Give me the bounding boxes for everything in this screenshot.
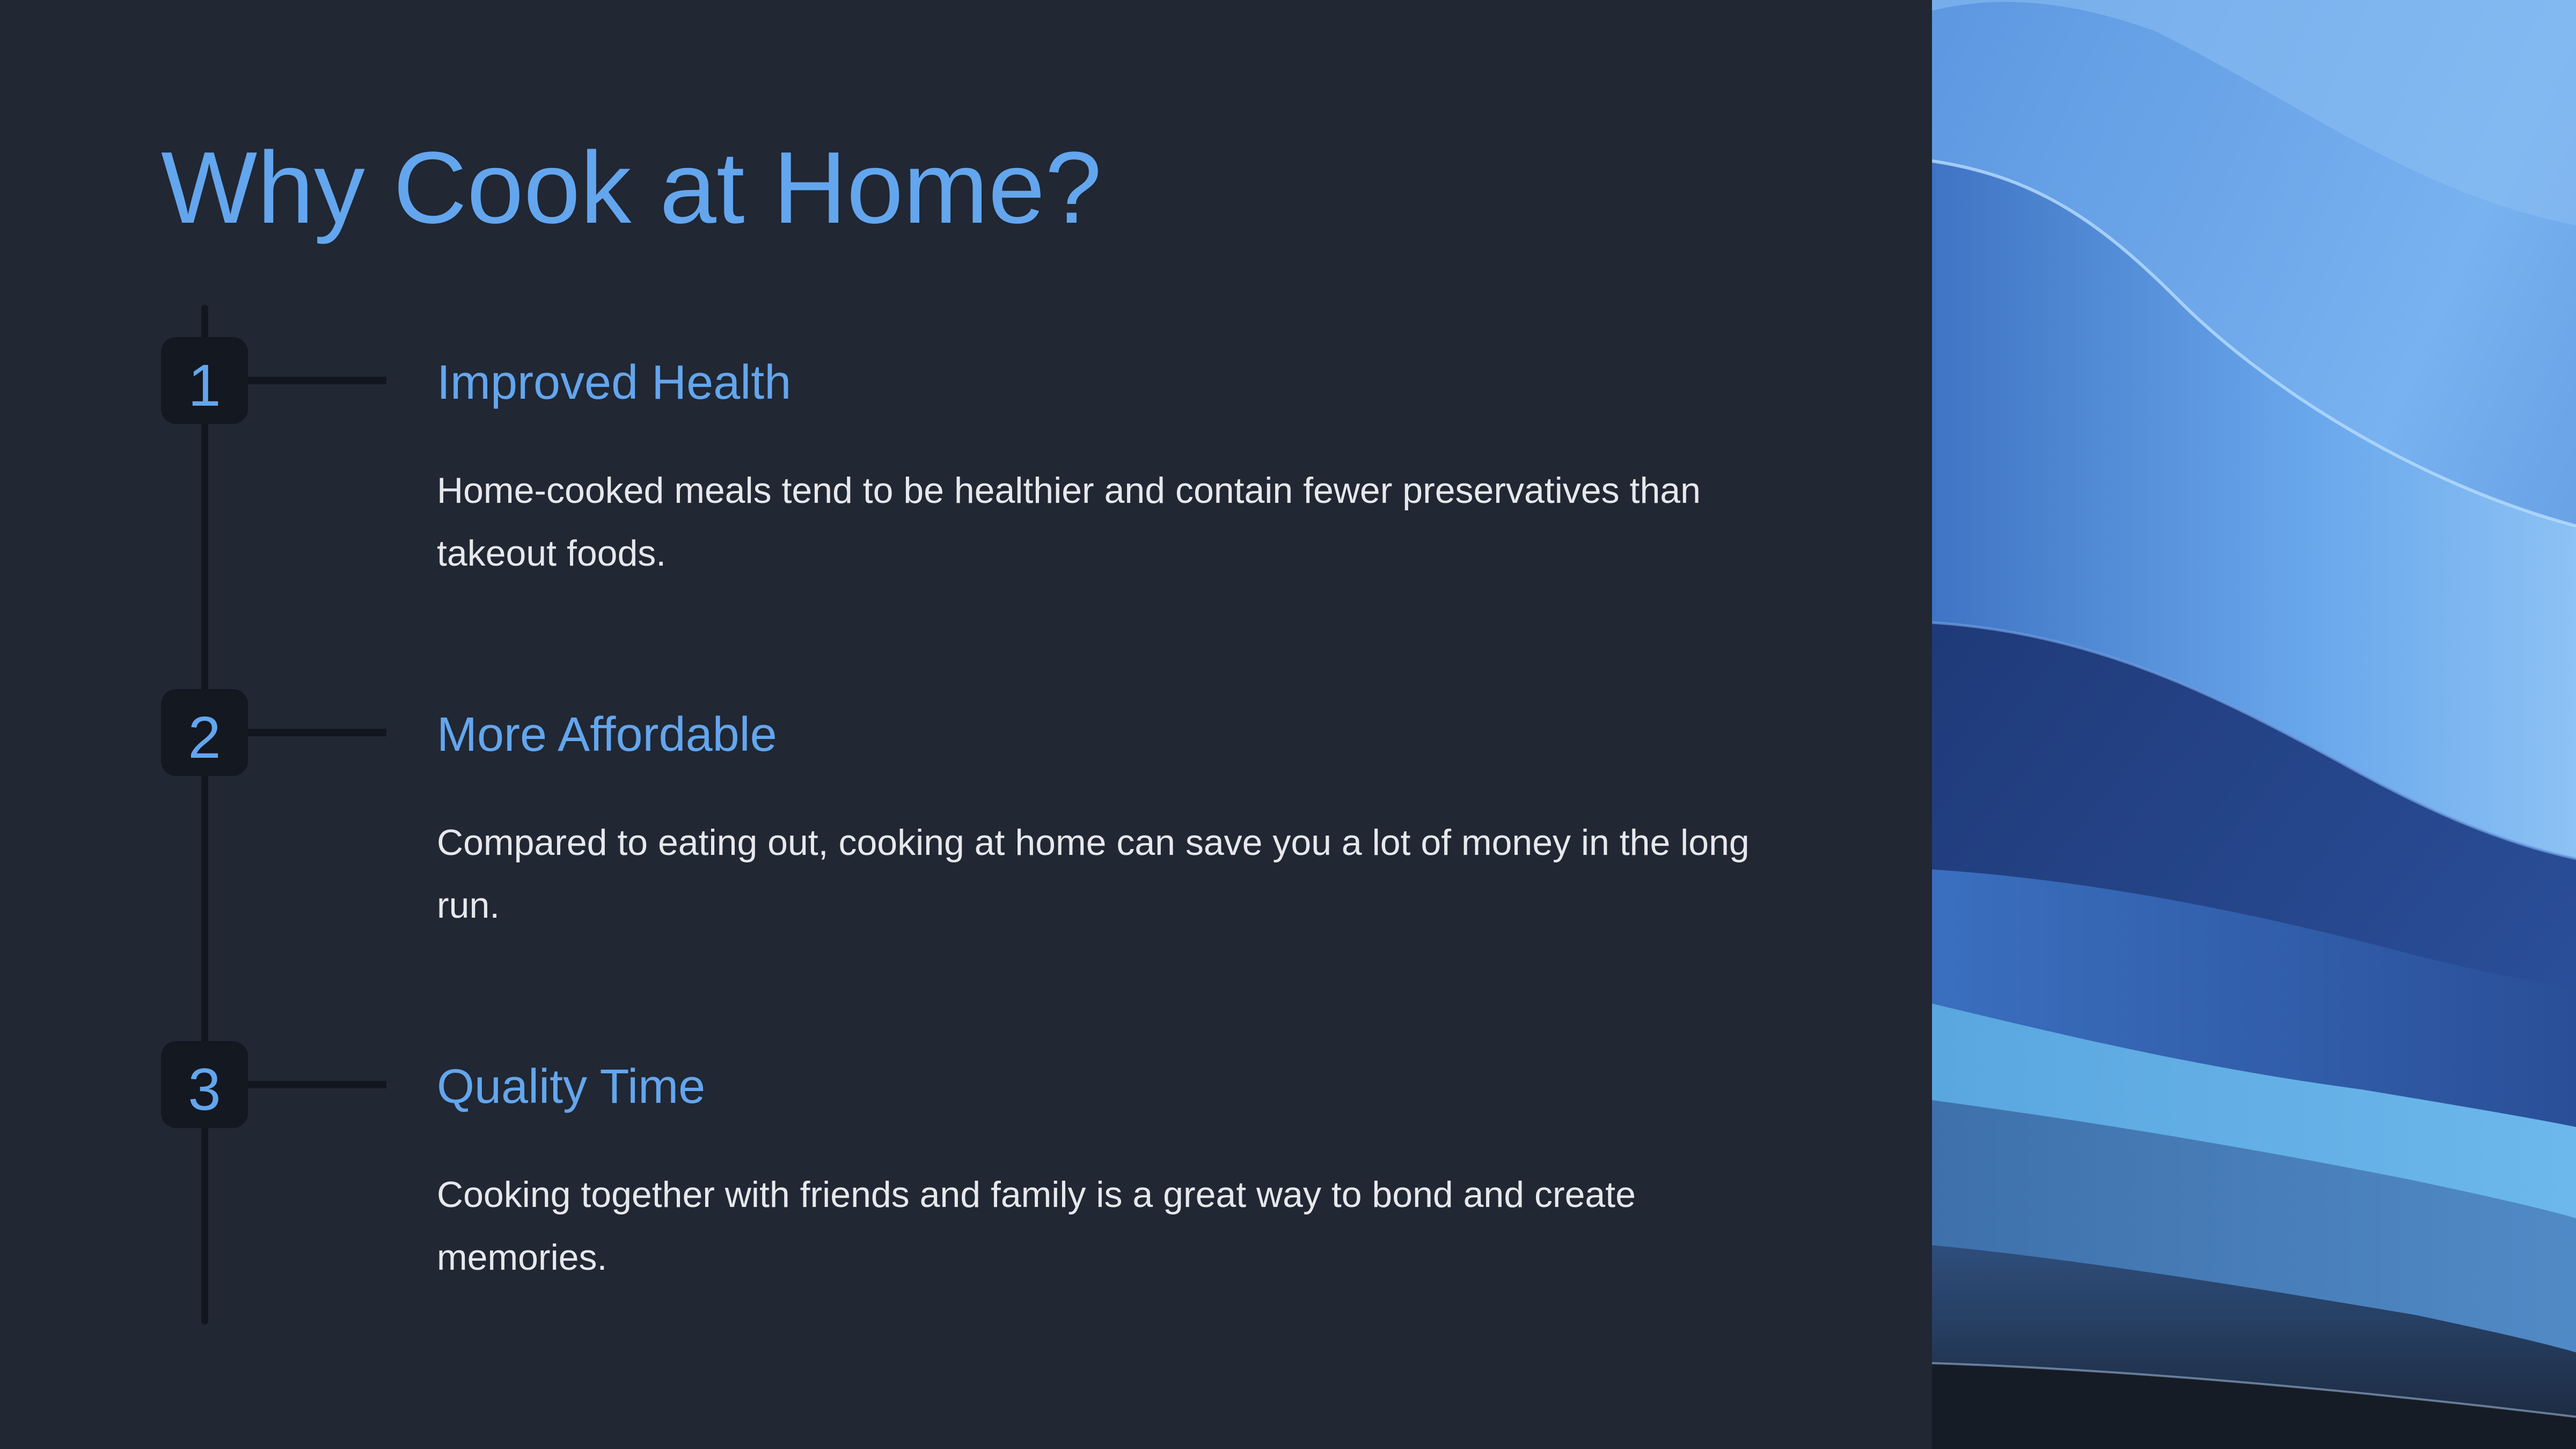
step-number-badge: 2 [161,689,248,776]
step-connector [248,377,386,384]
timeline-step-2: 2 More Affordable Compared to eating out… [0,689,1932,990]
step-number: 2 [188,705,221,771]
step-description: Compared to eating out, cooking at home … [437,822,1750,926]
step-number-badge: 3 [161,1041,248,1128]
timeline-step-1: 1 Improved Health Home-cooked meals tend… [0,337,1932,638]
timeline-step-3: 3 Quality Time Cooking together with fri… [0,1041,1932,1342]
step-description: Home-cooked meals tend to be healthier a… [437,470,1701,574]
decorative-wave-image [1932,0,2576,1449]
step-description: Cooking together with friends and family… [437,1174,1636,1278]
step-heading: Improved Health [437,356,792,409]
step-connector [248,729,386,736]
step-number: 3 [188,1057,221,1123]
step-heading: Quality Time [437,1060,706,1114]
slide-title: Why Cook at Home? [161,131,1102,245]
step-heading: More Affordable [437,708,777,762]
step-connector [248,1081,386,1088]
slide: Why Cook at Home? 1 Improved Health Home… [0,0,2576,1449]
step-number-badge: 1 [161,337,248,424]
step-number: 1 [188,353,221,419]
